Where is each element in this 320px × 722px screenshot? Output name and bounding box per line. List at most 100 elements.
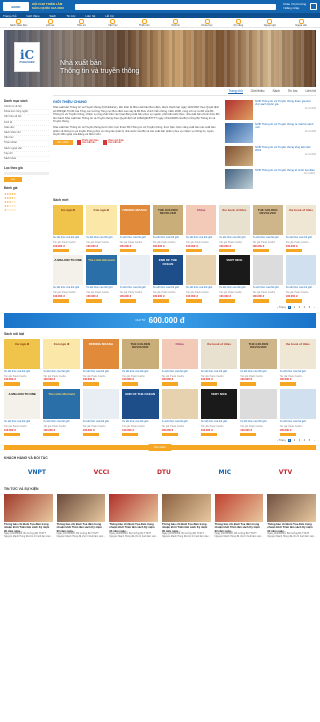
add-to-cart-button[interactable] (252, 248, 269, 253)
book-cover[interactable]: the book of titles (219, 205, 250, 235)
news-image[interactable] (4, 494, 53, 523)
search-input[interactable] (75, 3, 276, 10)
news-image[interactable] (56, 494, 106, 523)
add-to-cart-button[interactable] (186, 299, 202, 303)
book-cover[interactable]: Con ngủ đi (86, 205, 117, 235)
book-cover[interactable]: Cư ngủ đi (4, 338, 41, 369)
nav-item[interactable]: Sách (49, 14, 56, 18)
book-cover[interactable]: END OF THE OCEAN (122, 388, 159, 419)
profile-pdf-link[interactable]: Profile giới thiệu nhà xuất bản (77, 140, 99, 145)
side-news-item[interactable]: NXB Thông tin và Truyền thông tổng kết n… (225, 145, 316, 166)
add-to-cart-button[interactable] (86, 248, 103, 253)
category-item[interactable]: Khoa học (195, 18, 219, 27)
add-to-cart-button[interactable] (279, 432, 296, 437)
promo-banner[interactable]: CHỈ TỪ 600.000 đ (4, 312, 316, 328)
news-card[interactable]: Thông báo chi Buổi Tọa đàm trọng nhuận k… (4, 494, 53, 538)
book-card[interactable]: Xu kết thúc của thế giới Tác giả: Paulo C… (82, 388, 120, 437)
book-card[interactable]: the book of titles Xu kết thúc của thế gi… (279, 338, 316, 386)
page-prev[interactable]: ‹ Trang (277, 439, 285, 442)
add-to-cart-button[interactable] (186, 248, 202, 253)
book-cover[interactable]: Cư ngủ đi (53, 205, 84, 235)
category-item[interactable]: Kinh tế (164, 18, 188, 27)
book-cover[interactable]: VERY NICE (200, 388, 238, 419)
page-next[interactable]: › (313, 306, 316, 309)
book-cover[interactable] (252, 255, 283, 286)
nav-item[interactable]: Tin tức (66, 14, 75, 18)
add-to-cart-button[interactable] (219, 299, 236, 303)
tab-news[interactable]: Tin tức (288, 89, 298, 93)
book-card[interactable]: Con ngủ đi Xu kết thúc của thế giới Tác gi… (86, 205, 117, 253)
book-card[interactable]: FINDING MOANA Xu kết thúc của thế giới Tác… (82, 338, 120, 386)
price-range-slider[interactable] (4, 172, 49, 176)
book-card[interactable]: Xu kết thúc của thế giới Tác giả: Paulo C… (279, 388, 316, 437)
add-to-cart-button[interactable] (43, 432, 60, 437)
add-to-cart-button[interactable] (161, 432, 178, 437)
page-number[interactable]: 4 (303, 306, 306, 309)
add-to-cart-button[interactable] (240, 432, 257, 437)
book-cover[interactable]: VERY NICE (219, 255, 250, 286)
book-card[interactable]: the book of titles Xu kết thúc của thế gi… (285, 205, 316, 253)
add-to-cart-button[interactable] (119, 248, 136, 253)
add-to-cart-button[interactable] (82, 382, 99, 386)
add-to-cart-button[interactable] (152, 299, 169, 303)
book-cover[interactable]: The Little Mermaid (43, 388, 80, 419)
page-number[interactable]: 3 (298, 439, 301, 442)
book-card[interactable]: FINDING MOANA Xu kết thúc của thế giới Tác… (119, 205, 150, 253)
book-card[interactable]: Xu kết thúc của thế giới Tác giả: Paulo C… (285, 255, 316, 303)
site-logo[interactable]: BOOK (3, 2, 29, 11)
add-to-cart-button[interactable] (82, 432, 99, 437)
add-to-cart-button[interactable] (219, 248, 236, 253)
tab-about[interactable]: Giới thiệu (251, 89, 265, 93)
page-next[interactable]: › (313, 439, 316, 442)
book-card[interactable]: Cư ngủ đi Xu kết thúc của thế giới Tác giả… (53, 205, 84, 253)
book-cover[interactable] (285, 255, 316, 286)
book-cover[interactable]: The Little Mermaid (86, 255, 117, 286)
page-number[interactable]: 2 (293, 439, 296, 442)
book-cover[interactable] (161, 388, 198, 419)
news-card[interactable]: Thông báo chi Buổi Tọa đàm trọng nhuận k… (109, 494, 158, 538)
category-item[interactable]: Thiếu nhi (132, 18, 156, 27)
nav-item[interactable]: Liên hệ (85, 14, 95, 18)
book-card[interactable]: THE GOLDEN REVOLVER Xu kết thúc của thế g… (122, 338, 159, 386)
video-link[interactable]: Video giới thiệu nhà xuất bản (103, 140, 125, 145)
book-cover[interactable]: END OF THE OCEAN (152, 255, 183, 286)
partner-logo[interactable]: VTV (279, 469, 292, 476)
category-item[interactable]: Văn học (101, 18, 125, 27)
book-cover[interactable]: the book of titles (285, 205, 316, 235)
book-card[interactable]: A MILLION TO ONE Xu kết thúc của thế giới… (53, 255, 84, 303)
book-cover[interactable]: A MILLION TO ONE (4, 388, 41, 419)
book-card[interactable]: Xu kết thúc của thế giới Tác giả: Paulo C… (240, 388, 277, 437)
add-to-cart-button[interactable] (119, 299, 136, 303)
add-to-cart-button[interactable] (4, 432, 20, 437)
rating-1-star[interactable]: ★☆☆☆☆ (4, 208, 49, 212)
page-number[interactable]: 2 (293, 306, 296, 309)
login-link[interactable]: Chào Vũ phương / Đăng nhập (283, 3, 307, 10)
book-cover[interactable] (186, 255, 217, 286)
book-card[interactable]: the book of titles Xu kết thúc của thế gi… (219, 205, 250, 253)
nav-item[interactable]: Trang chủ (3, 14, 16, 18)
page-number[interactable]: 3 (298, 306, 301, 309)
book-card[interactable]: The Little Mermaid Xu kết thúc của thế gi… (86, 255, 117, 303)
book-card[interactable]: the book of titles Xu kết thúc của thế gi… (200, 338, 238, 386)
book-card[interactable]: THE GOLDEN REVOLVER Xu kết thúc của thế g… (240, 338, 277, 386)
book-cover[interactable] (82, 388, 120, 419)
book-card[interactable]: A MILLION TO ONE Xu kết thúc của thế giới… (4, 388, 41, 437)
book-card[interactable]: Xu kết thúc của thế giới Tác giả: Paulo C… (161, 388, 198, 437)
partner-logo[interactable]: MIC (219, 469, 232, 476)
tab-books[interactable]: Sách (272, 89, 279, 93)
book-cover[interactable]: FINDING MOANA (82, 338, 120, 369)
nav-item[interactable]: Hỗ trợ (105, 14, 113, 18)
news-card[interactable]: Thông báo chi Buổi Tọa đàm trọng nhuận k… (214, 494, 264, 538)
add-to-cart-button[interactable] (200, 382, 217, 386)
book-cover[interactable]: THE GOLDEN REVOLVER (252, 205, 283, 235)
add-to-cart-button[interactable] (285, 248, 302, 253)
category-item[interactable]: Lịch sử (38, 18, 62, 27)
add-to-cart-button[interactable] (240, 382, 257, 386)
book-cover[interactable]: THE GOLDEN REVOLVER (152, 205, 183, 235)
see-more-button[interactable]: Xem thêm (148, 444, 172, 452)
book-card[interactable]: Chloe Xu kết thúc của thế giới Tác giả: Pa… (161, 338, 198, 386)
nav-item[interactable]: Giới thiệu (26, 14, 39, 18)
sidebar-item[interactable]: Sách khác (4, 157, 49, 163)
book-cover[interactable]: Con ngủ đi (43, 338, 80, 369)
partner-logo[interactable]: DTU (157, 469, 171, 476)
